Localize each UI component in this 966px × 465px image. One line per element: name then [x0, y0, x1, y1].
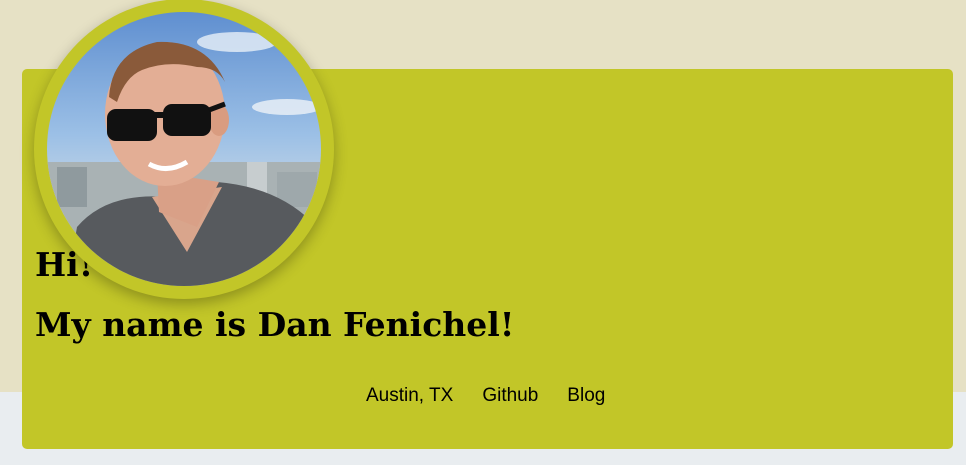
- location-link[interactable]: Austin, TX: [366, 384, 453, 408]
- profile-photo: [47, 12, 321, 286]
- intro-heading: My name is Dan Fenichel!: [35, 305, 515, 344]
- links-bar: Austin, TX Github Blog: [366, 384, 605, 408]
- blog-link[interactable]: Blog: [567, 384, 605, 408]
- github-link[interactable]: Github: [482, 384, 538, 408]
- avatar: [34, 0, 334, 299]
